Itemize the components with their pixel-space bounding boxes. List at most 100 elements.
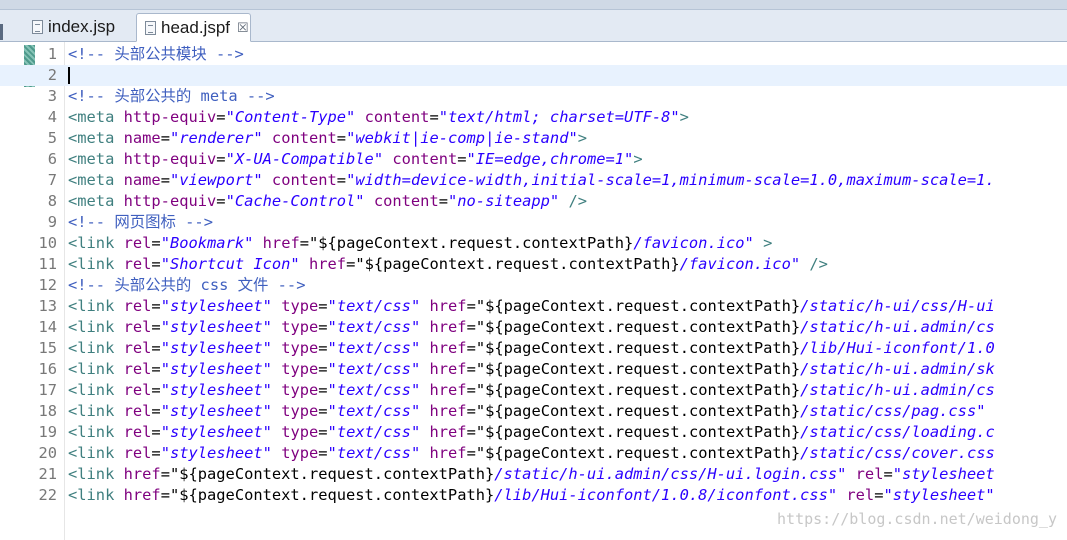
code-line[interactable]: 20 <link rel="stylesheet" type="text/css"… [0,443,1067,464]
code-token: <link [68,381,124,399]
tab-index-jsp[interactable]: index.jsp [24,13,136,41]
code-token: "stylesheet" [160,402,272,420]
window-top-strip [0,0,1067,10]
code-token: = [151,360,161,378]
tab-head-jspf[interactable]: head.jspf ☒ [136,13,251,42]
code-line[interactable]: 5 <meta name="renderer" content="webkit|i… [0,128,1067,149]
code-token: <meta [68,108,124,126]
code-token: "viewport" [169,171,263,189]
code-token: ="${pageContext.request.contextPath} [466,318,801,336]
code-token: content [364,108,430,126]
code-line[interactable]: 6 <meta http-equiv="X-UA-Compatible" cont… [0,149,1067,170]
code-token: <link [68,465,124,483]
code-token: <link [68,402,124,420]
code-text: <link rel="stylesheet" type="text/css" h… [68,296,995,317]
code-token: "stylesheet" [160,339,272,357]
code-token: "text/html; charset=UTF-8" [438,108,680,126]
code-token: = [151,381,161,399]
line-number: 19 [38,423,57,441]
code-token: = [216,150,226,168]
code-token: = [883,465,893,483]
code-token: <meta [68,171,124,189]
code-line[interactable]: 13 <link rel="stylesheet" type="text/css"… [0,296,1067,317]
code-line[interactable]: 8 <meta http-equiv="Cache-Control" conten… [0,191,1067,212]
code-text: <link href="${pageContext.request.contex… [68,485,995,506]
code-line[interactable]: 4 <meta http-equiv="Content-Type" content… [0,107,1067,128]
code-token: "stylesheet" [160,360,272,378]
code-token: = [318,423,328,441]
code-line[interactable]: 15 <link rel="stylesheet" type="text/css"… [0,338,1067,359]
code-token: /favicon.ico" [633,234,754,252]
code-token: /lib/Hui-iconfont/1.0.8/iconfont.css" [494,486,838,504]
code-token: "stylesheet" [160,444,272,462]
code-line[interactable]: 21 <link href="${pageContext.request.cont… [0,464,1067,485]
code-token: ="${pageContext.request.contextPath} [466,297,801,315]
code-token: = [151,339,161,357]
code-token: /static/h-ui.admin/cs [800,381,995,399]
code-token: type [281,402,319,420]
code-line[interactable]: 10 <link rel="Bookmark" href="${pageConte… [0,233,1067,254]
code-token: = [336,129,347,147]
code-token: = [318,381,328,399]
line-number: 13 [38,297,57,315]
code-token: > [763,234,773,252]
code-line[interactable]: 9 <!-- 网页图标 --> [0,212,1067,233]
code-token: <link [68,339,124,357]
code-token: "Cache-Control" [225,192,365,210]
line-number: 1 [47,45,57,63]
code-editor[interactable]: 1 <!-- 头部公共模块 --> 2 3 <!-- 头部公共的 meta --> 4 <m… [0,42,1067,540]
code-line[interactable]: 12 <!-- 头部公共的 css 文件 --> [0,275,1067,296]
code-line[interactable]: 18 <link rel="stylesheet" type="text/css"… [0,401,1067,422]
code-line[interactable]: 16 <link rel="stylesheet" type="text/css"… [0,359,1067,380]
code-token: ="${pageContext.request.contextPath} [299,234,634,252]
code-token: "webkit|ie-comp|ie-stand" [346,129,578,147]
code-line[interactable]: 14 <link rel="stylesheet" type="text/css"… [0,317,1067,338]
code-line[interactable]: 19 <link rel="stylesheet" type="text/css"… [0,422,1067,443]
code-line[interactable]: 7 <meta name="viewport" content="width=de… [0,170,1067,191]
code-token: rel [123,255,152,273]
code-token: ="${pageContext.request.contextPath} [346,255,680,273]
code-token: rel [123,360,152,378]
code-token: <link [68,297,124,315]
code-line[interactable]: 11 <link rel="Shortcut Icon" href="${page… [0,254,1067,275]
code-token: "Shortcut Icon" [160,255,300,273]
code-token: href [123,486,161,504]
code-token: ="${pageContext.request.contextPath} [466,381,801,399]
code-token: content [271,171,337,189]
code-line[interactable]: 1 <!-- 头部公共模块 --> [0,44,1067,65]
code-token: = [151,423,161,441]
code-token: type [281,297,319,315]
code-token: = [318,444,328,462]
code-token: /static/css/pag.css" [800,402,986,420]
code-text: <link href="${pageContext.request.contex… [68,464,995,485]
code-token: "text/css" [327,318,421,336]
code-line[interactable]: 3 <!-- 头部公共的 meta --> [0,86,1067,107]
code-token: = [151,255,161,273]
line-number: 6 [47,150,57,168]
line-number: 20 [38,444,57,462]
tab-label: head.jspf [161,17,230,37]
code-token: type [281,444,319,462]
code-token: /> [568,192,588,210]
code-token: type [281,360,319,378]
code-token: = [151,444,161,462]
code-token: = [438,192,448,210]
code-token: rel [846,486,875,504]
close-icon[interactable]: ☒ [237,21,249,34]
code-token: rel [123,381,152,399]
code-token: "stylesheet" [160,423,272,441]
code-line[interactable]: 17 <link rel="stylesheet" type="text/css"… [0,380,1067,401]
code-token: type [281,339,319,357]
code-line[interactable]: 22 <link href="${pageContext.request.cont… [0,485,1067,506]
code-line[interactable]: 2 [0,65,1067,86]
